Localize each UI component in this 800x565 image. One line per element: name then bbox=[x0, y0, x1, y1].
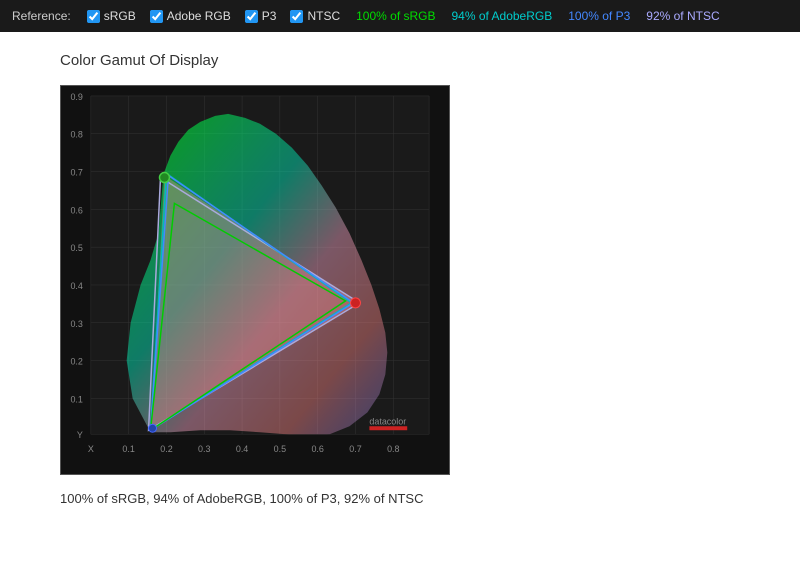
summary-text: 100% of sRGB, 94% of AdobeRGB, 100% of P… bbox=[60, 491, 740, 506]
ntsc-label: NTSC bbox=[307, 9, 340, 23]
ntsc-checkbox[interactable] bbox=[290, 10, 303, 23]
svg-text:0.3: 0.3 bbox=[198, 444, 210, 454]
srgb-checkbox[interactable] bbox=[87, 10, 100, 23]
adobe-checkbox[interactable] bbox=[150, 10, 163, 23]
svg-text:0.6: 0.6 bbox=[70, 205, 82, 215]
svg-text:0.7: 0.7 bbox=[70, 168, 82, 178]
svg-text:0.8: 0.8 bbox=[387, 444, 399, 454]
adobe-label: Adobe RGB bbox=[167, 9, 231, 23]
p3-checkbox[interactable] bbox=[245, 10, 258, 23]
svg-text:0.4: 0.4 bbox=[236, 444, 248, 454]
svg-text:0.4: 0.4 bbox=[70, 281, 82, 291]
svg-text:X: X bbox=[88, 444, 94, 454]
chart-title: Color Gamut Of Display bbox=[60, 52, 740, 69]
p3-stat: 100% of P3 bbox=[568, 9, 630, 23]
svg-text:0.7: 0.7 bbox=[349, 444, 361, 454]
adobe-stat: 94% of AdobeRGB bbox=[452, 9, 553, 23]
svg-text:0.2: 0.2 bbox=[160, 444, 172, 454]
svg-text:0.5: 0.5 bbox=[70, 243, 82, 253]
main-content: Color Gamut Of Display bbox=[0, 32, 800, 526]
srgb-toggle[interactable]: sRGB bbox=[87, 9, 136, 23]
reference-bar: Reference: sRGB Adobe RGB P3 NTSC 100% o… bbox=[0, 0, 800, 32]
svg-text:0.1: 0.1 bbox=[70, 394, 82, 404]
reference-label: Reference: bbox=[12, 9, 71, 23]
svg-text:0.8: 0.8 bbox=[70, 130, 82, 140]
svg-text:0.2: 0.2 bbox=[70, 357, 82, 367]
svg-text:0.1: 0.1 bbox=[122, 444, 134, 454]
p3-toggle[interactable]: P3 bbox=[245, 9, 277, 23]
ntsc-toggle[interactable]: NTSC bbox=[290, 9, 340, 23]
chart-container: 0.9 0.8 0.7 0.6 0.5 0.4 0.3 0.2 0.1 Y X … bbox=[60, 85, 450, 475]
gamut-chart: 0.9 0.8 0.7 0.6 0.5 0.4 0.3 0.2 0.1 Y X … bbox=[61, 86, 449, 474]
p3-label: P3 bbox=[262, 9, 277, 23]
svg-text:0.9: 0.9 bbox=[70, 92, 82, 102]
adobe-toggle[interactable]: Adobe RGB bbox=[150, 9, 231, 23]
svg-text:0.5: 0.5 bbox=[274, 444, 286, 454]
srgb-stat: 100% of sRGB bbox=[356, 9, 435, 23]
ntsc-stat: 92% of NTSC bbox=[646, 9, 719, 23]
svg-text:0.3: 0.3 bbox=[70, 319, 82, 329]
svg-text:Y: Y bbox=[77, 430, 83, 440]
svg-text:datacolor: datacolor bbox=[369, 416, 406, 426]
srgb-label: sRGB bbox=[104, 9, 136, 23]
svg-text:0.6: 0.6 bbox=[311, 444, 323, 454]
